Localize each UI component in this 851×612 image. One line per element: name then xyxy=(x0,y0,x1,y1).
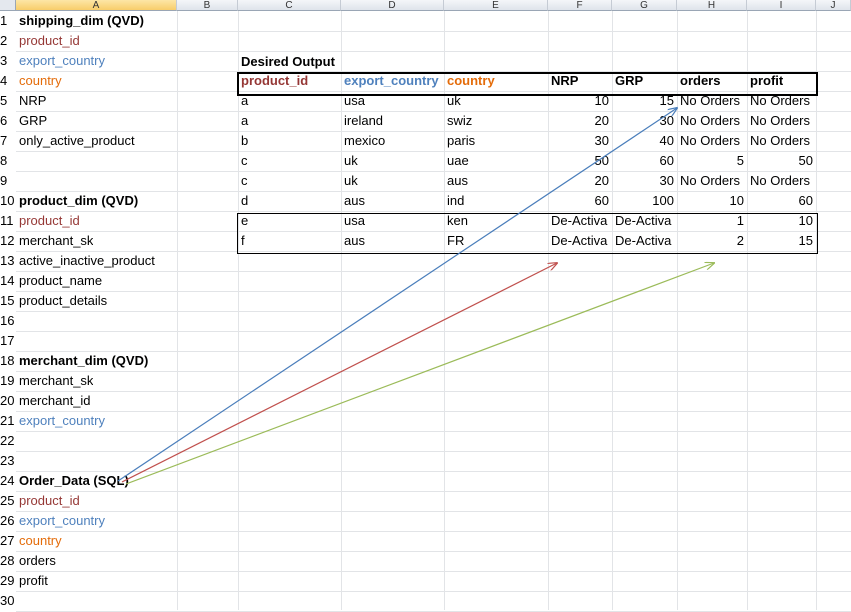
spreadsheet-sheet[interactable]: ABCDEFGHIJ 1 2 3 4 5 6 7 8 9 10 11 12 13 14 15 16 17 18 19… xyxy=(0,0,851,612)
arrow-red xyxy=(121,263,557,483)
mapping-arrows xyxy=(117,0,851,485)
arrow-blue xyxy=(117,108,677,482)
arrow-green xyxy=(125,263,714,485)
